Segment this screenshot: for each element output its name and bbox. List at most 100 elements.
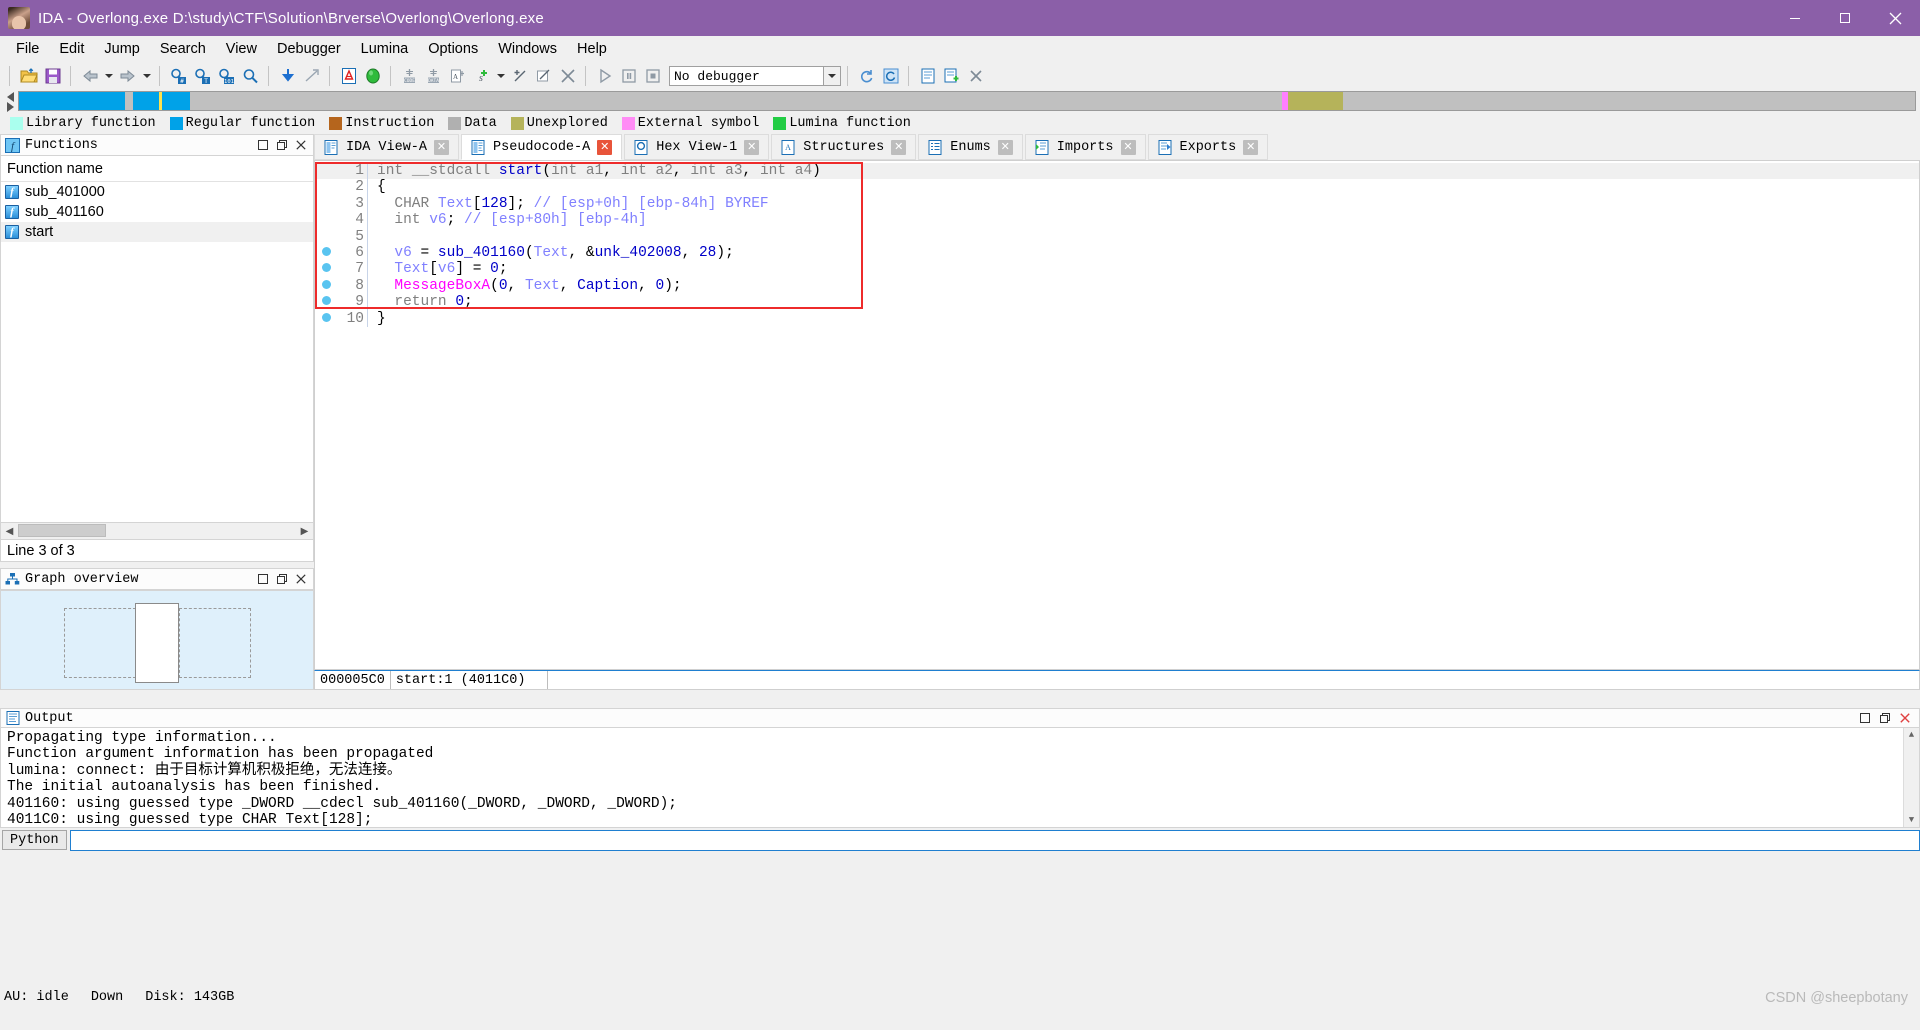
- sync-icon[interactable]: [879, 65, 902, 88]
- function-list-item[interactable]: f start: [1, 222, 313, 242]
- functions-float-icon[interactable]: [273, 137, 290, 154]
- stop-icon[interactable]: [641, 65, 664, 88]
- maximize-button[interactable]: [1820, 0, 1870, 36]
- code-line[interactable]: 2{: [315, 179, 1919, 196]
- scroll-up-arrow-icon[interactable]: ▲: [1904, 728, 1919, 742]
- menu-debugger[interactable]: Debugger: [267, 38, 351, 60]
- menu-options[interactable]: Options: [418, 38, 488, 60]
- tab-structures[interactable]: A Structures ✕: [771, 134, 917, 160]
- back-dropdown-icon[interactable]: [102, 65, 115, 88]
- functions-list[interactable]: Function name f sub_401000 f sub_401160 f sta…: [0, 156, 314, 522]
- scroll-right-arrow-icon[interactable]: ▶: [296, 523, 313, 539]
- menu-search[interactable]: Search: [150, 38, 216, 60]
- create-function-icon[interactable]: s: [470, 65, 493, 88]
- navband-right-arrow-icon[interactable]: [7, 102, 14, 112]
- chevron-down-icon[interactable]: [823, 67, 840, 85]
- make-data-icon[interactable]: DATA: [422, 65, 445, 88]
- open-file-icon[interactable]: [17, 65, 40, 88]
- search-sequence-icon[interactable]: [239, 65, 262, 88]
- breakpoint-marker-icon[interactable]: [315, 294, 337, 310]
- tab-pseudocode-a[interactable]: Pseudocode-A ✕: [461, 134, 623, 160]
- code-line[interactable]: 10}: [315, 310, 1919, 327]
- code-line[interactable]: 8 MessageBoxA(0, Text, Caption, 0);: [315, 277, 1919, 295]
- code-line[interactable]: 7 Text[v6] = 0;: [315, 261, 1919, 278]
- graph-close-icon[interactable]: [292, 571, 309, 588]
- tab-close-icon[interactable]: ✕: [1120, 139, 1136, 155]
- python-language-button[interactable]: Python: [2, 830, 67, 850]
- tab-ida-view-a[interactable]: IDA View-A ✕: [314, 134, 460, 160]
- menu-edit[interactable]: Edit: [49, 38, 94, 60]
- jump-down-icon[interactable]: [276, 65, 299, 88]
- add-structure-icon[interactable]: [940, 65, 963, 88]
- menu-file[interactable]: File: [6, 38, 49, 60]
- tab-close-icon[interactable]: ✕: [434, 139, 450, 155]
- tab-close-icon[interactable]: ✕: [1243, 139, 1259, 155]
- navband-left-arrow-icon[interactable]: [7, 92, 14, 102]
- tab-close-icon[interactable]: ✕: [891, 139, 907, 155]
- menu-windows[interactable]: Windows: [488, 38, 567, 60]
- pseudocode-view[interactable]: 1 int __stdcall start(int a1, int a2, int…: [314, 160, 1920, 670]
- tab-imports[interactable]: Imports ✕: [1024, 134, 1146, 160]
- make-code-icon[interactable]: CODE: [398, 65, 421, 88]
- code-line[interactable]: 3 CHAR Text[128]; // [esp+0h] [ebp-84h] …: [315, 195, 1919, 213]
- menu-help[interactable]: Help: [567, 38, 617, 60]
- tab-close-icon[interactable]: ✕: [597, 139, 613, 155]
- breakpoint-marker-icon[interactable]: [315, 311, 337, 327]
- scroll-left-arrow-icon[interactable]: ◀: [1, 523, 18, 539]
- code-line[interactable]: 5: [315, 228, 1919, 245]
- tab-enums[interactable]: Enums ✕: [918, 134, 1023, 160]
- function-list-item[interactable]: f sub_401000: [1, 182, 313, 202]
- functions-column-header[interactable]: Function name: [1, 156, 313, 182]
- run-analysis-icon[interactable]: [361, 65, 384, 88]
- graph-view-icon[interactable]: [337, 65, 360, 88]
- graph-viewport-node[interactable]: [135, 603, 179, 683]
- output-close-icon[interactable]: [1896, 710, 1913, 727]
- python-input[interactable]: [69, 829, 1920, 851]
- graph-restore-icon[interactable]: [254, 571, 271, 588]
- pause-icon[interactable]: [617, 65, 640, 88]
- code-line[interactable]: 9 return 0;: [315, 294, 1919, 311]
- output-log[interactable]: Propagating type information... Function …: [0, 728, 1920, 828]
- menu-jump[interactable]: Jump: [94, 38, 149, 60]
- minimize-button[interactable]: [1770, 0, 1820, 36]
- navigation-band[interactable]: [18, 91, 1916, 111]
- code-line[interactable]: 6 v6 = sub_401160(Text, &unk_402008, 28)…: [315, 244, 1919, 262]
- functions-horizontal-scrollbar[interactable]: ◀ ▶: [0, 522, 314, 540]
- navband-scroll-arrows[interactable]: [4, 91, 18, 112]
- close-button[interactable]: [1870, 0, 1920, 36]
- structures-toolbar-icon[interactable]: [916, 65, 939, 88]
- jump-crossref-icon[interactable]: [300, 65, 323, 88]
- output-restore-icon[interactable]: [1856, 710, 1873, 727]
- output-float-icon[interactable]: [1876, 710, 1893, 727]
- forward-arrow-icon[interactable]: [116, 65, 139, 88]
- run-icon[interactable]: [593, 65, 616, 88]
- menu-lumina[interactable]: Lumina: [351, 38, 419, 60]
- functions-close-icon[interactable]: [292, 137, 309, 154]
- code-line[interactable]: 4 int v6; // [esp+80h] [ebp-4h]: [315, 212, 1919, 229]
- save-icon[interactable]: [41, 65, 64, 88]
- scroll-down-arrow-icon[interactable]: ▼: [1904, 813, 1919, 827]
- code-line[interactable]: 1 int __stdcall start(int a1, int a2, int…: [315, 163, 1919, 180]
- breakpoint-marker-icon[interactable]: [315, 245, 337, 261]
- forward-dropdown-icon[interactable]: [140, 65, 153, 88]
- tab-close-icon[interactable]: ✕: [997, 139, 1013, 155]
- search-text-icon[interactable]: T: [191, 65, 214, 88]
- breakpoint-marker-icon[interactable]: [315, 261, 337, 277]
- functions-scroll-track[interactable]: [18, 523, 296, 539]
- edit-function-icon[interactable]: [508, 65, 531, 88]
- edit-struct-icon[interactable]: [532, 65, 555, 88]
- menu-view[interactable]: View: [216, 38, 267, 60]
- navband-cursor[interactable]: [159, 92, 163, 110]
- delete-structure-icon[interactable]: [964, 65, 987, 88]
- refresh-icon[interactable]: [855, 65, 878, 88]
- search-binary-icon[interactable]: 101: [215, 65, 238, 88]
- undefine-icon[interactable]: [556, 65, 579, 88]
- function-list-item[interactable]: f sub_401160: [1, 202, 313, 222]
- debugger-select[interactable]: No debugger: [669, 66, 841, 86]
- functions-scroll-thumb[interactable]: [18, 524, 106, 537]
- breakpoint-marker-icon[interactable]: [315, 278, 337, 294]
- tab-exports[interactable]: Exports ✕: [1147, 134, 1269, 160]
- function-dropdown-icon[interactable]: [494, 65, 507, 88]
- tab-hex-view-1[interactable]: Hex View-1 ✕: [624, 134, 770, 160]
- output-vertical-scrollbar[interactable]: ▲ ▼: [1903, 728, 1919, 827]
